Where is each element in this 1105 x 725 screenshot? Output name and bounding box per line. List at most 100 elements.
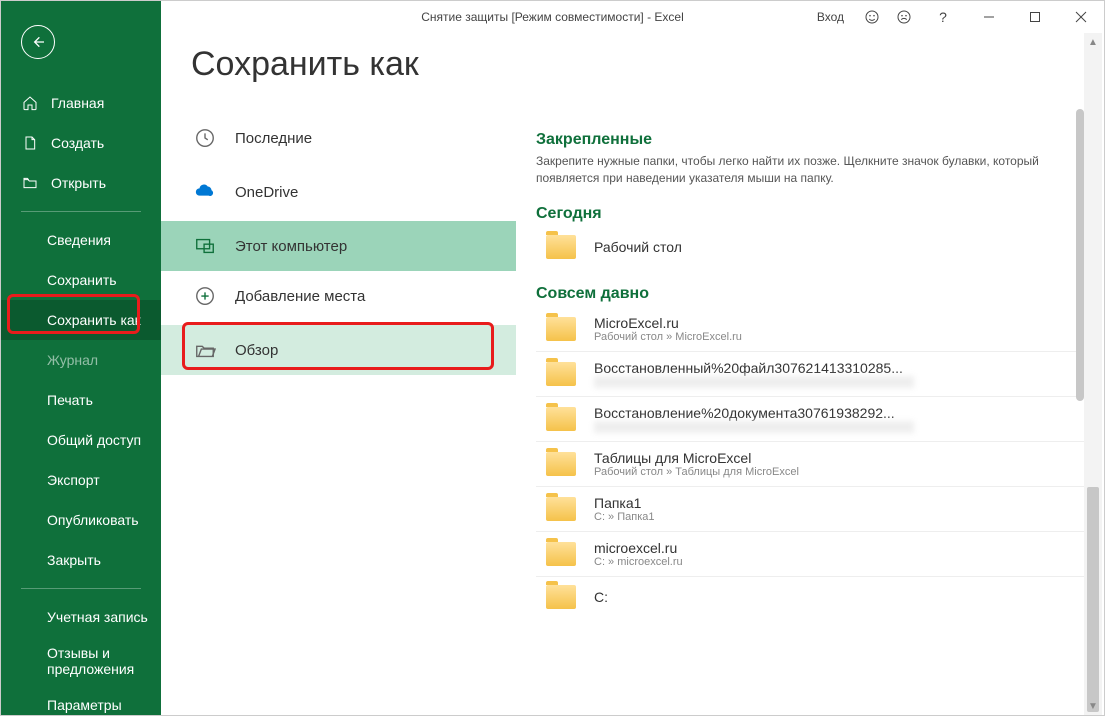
nav-label: Создать bbox=[51, 135, 104, 151]
nav-history[interactable]: Журнал bbox=[1, 340, 161, 380]
folder-name: C: bbox=[594, 589, 1084, 605]
locations-column: Последние OneDrive Этот компьютер Добавл… bbox=[161, 113, 516, 715]
folder-icon bbox=[546, 542, 576, 566]
onedrive-icon bbox=[191, 181, 219, 203]
signin-link[interactable]: Вход bbox=[817, 10, 844, 24]
maximize-button[interactable] bbox=[1012, 1, 1058, 33]
location-label: OneDrive bbox=[235, 184, 298, 201]
scroll-down-icon[interactable]: ▼ bbox=[1084, 697, 1102, 715]
clock-icon bbox=[191, 127, 219, 149]
open-icon bbox=[21, 175, 39, 191]
nav-label: Параметры bbox=[47, 697, 122, 713]
nav-label: Отзывы и предложения bbox=[47, 645, 161, 677]
location-recent[interactable]: Последние bbox=[161, 113, 516, 163]
nav-label: Главная bbox=[51, 95, 104, 111]
folder-path: C: » microexcel.ru bbox=[594, 556, 1084, 568]
nav-label: Сохранить как bbox=[47, 312, 141, 328]
group-today: Сегодня bbox=[536, 205, 1084, 223]
folder-row[interactable]: MicroExcel.ru Рабочий стол » MicroExcel.… bbox=[536, 307, 1084, 351]
folder-name: Рабочий стол bbox=[594, 239, 1084, 255]
addplace-icon bbox=[191, 285, 219, 307]
titlebar-right: Вход ? bbox=[817, 1, 1104, 33]
location-onedrive[interactable]: OneDrive bbox=[161, 167, 516, 217]
folder-row[interactable]: microexcel.ru C: » microexcel.ru bbox=[536, 531, 1084, 576]
nav-label: Экспорт bbox=[47, 472, 100, 488]
nav-share[interactable]: Общий доступ bbox=[1, 420, 161, 460]
page-title: Сохранить как bbox=[191, 45, 1104, 84]
nav-label: Закрыть bbox=[47, 552, 101, 568]
folder-name: Восстановленный%20файл307621413310285... bbox=[594, 360, 1084, 376]
nav-saveas[interactable]: Сохранить как bbox=[1, 300, 161, 340]
folders-column: Закрепленные Закрепите нужные папки, что… bbox=[516, 113, 1104, 715]
folder-path bbox=[594, 376, 914, 388]
scrollbar-thumb[interactable] bbox=[1076, 109, 1084, 401]
nav-publish[interactable]: Опубликовать bbox=[1, 500, 161, 540]
nav-label: Открыть bbox=[51, 175, 106, 191]
folder-name: MicroExcel.ru bbox=[594, 315, 1084, 331]
folder-row[interactable]: Папка1 C: » Папка1 bbox=[536, 486, 1084, 531]
nav-label: Общий доступ bbox=[47, 432, 141, 448]
folder-open-icon bbox=[191, 339, 219, 361]
folder-row[interactable]: Восстановленный%20файл307621413310285... bbox=[536, 351, 1084, 396]
minimize-button[interactable] bbox=[966, 1, 1012, 33]
nav-label: Сохранить bbox=[47, 272, 117, 288]
folder-list-older: MicroExcel.ru Рабочий стол » MicroExcel.… bbox=[536, 307, 1084, 617]
nav-label: Опубликовать bbox=[47, 512, 139, 528]
nav-info[interactable]: Сведения bbox=[1, 220, 161, 260]
group-older: Совсем давно bbox=[536, 285, 1084, 303]
location-label: Этот компьютер bbox=[235, 238, 347, 255]
folder-icon bbox=[546, 452, 576, 476]
location-thispc[interactable]: Этот компьютер bbox=[161, 221, 516, 271]
folder-icon bbox=[546, 585, 576, 609]
folder-icon bbox=[546, 235, 576, 259]
nav-feedback[interactable]: Отзывы и предложения bbox=[1, 637, 161, 685]
pinned-desc: Закрепите нужные папки, чтобы легко найт… bbox=[536, 153, 1084, 187]
window-title: Снятие защиты [Режим совместимости] - Ex… bbox=[421, 10, 684, 24]
nav-label: Учетная запись bbox=[47, 609, 148, 625]
nav-label: Печать bbox=[47, 392, 93, 408]
folder-row[interactable]: Таблицы для MicroExcel Рабочий стол » Та… bbox=[536, 441, 1084, 486]
nav-export[interactable]: Экспорт bbox=[1, 460, 161, 500]
home-icon bbox=[21, 95, 39, 111]
folder-row[interactable]: Рабочий стол bbox=[536, 227, 1084, 267]
nav-account[interactable]: Учетная запись bbox=[1, 597, 161, 637]
nav-home[interactable]: Главная bbox=[1, 83, 161, 123]
panel-scrollbar[interactable] bbox=[1076, 109, 1084, 693]
location-browse[interactable]: Обзор bbox=[161, 325, 516, 375]
nav-save[interactable]: Сохранить bbox=[1, 260, 161, 300]
location-addplace[interactable]: Добавление места bbox=[161, 271, 516, 321]
folder-name: Восстановление%20документа30761938292... bbox=[594, 405, 1084, 421]
scrollbar-thumb[interactable] bbox=[1087, 487, 1099, 712]
location-label: Обзор bbox=[235, 342, 278, 359]
folder-name: Папка1 bbox=[594, 495, 1084, 511]
folder-icon bbox=[546, 362, 576, 386]
folder-icon bbox=[546, 407, 576, 431]
folder-name: microexcel.ru bbox=[594, 540, 1084, 556]
nav-label: Журнал bbox=[47, 352, 98, 368]
folder-name: Таблицы для MicroExcel bbox=[594, 450, 1084, 466]
nav-options[interactable]: Параметры bbox=[1, 685, 161, 725]
nav-open[interactable]: Открыть bbox=[1, 163, 161, 203]
nav-new[interactable]: Создать bbox=[1, 123, 161, 163]
location-label: Последние bbox=[235, 130, 312, 147]
folder-row[interactable]: Восстановление%20документа30761938292... bbox=[536, 396, 1084, 441]
folder-path bbox=[594, 421, 914, 433]
nav-print[interactable]: Печать bbox=[1, 380, 161, 420]
pinned-title: Закрепленные bbox=[536, 131, 1084, 149]
location-label: Добавление места bbox=[235, 288, 365, 305]
folder-icon bbox=[546, 497, 576, 521]
smiley-icon[interactable] bbox=[856, 1, 888, 33]
frown-icon[interactable] bbox=[888, 1, 920, 33]
nav-close[interactable]: Закрыть bbox=[1, 540, 161, 580]
separator bbox=[21, 211, 141, 212]
new-icon bbox=[21, 135, 39, 151]
separator bbox=[21, 588, 141, 589]
folder-path: Рабочий стол » Таблицы для MicroExcel bbox=[594, 466, 1084, 478]
folder-path: Рабочий стол » MicroExcel.ru bbox=[594, 331, 1084, 343]
scroll-up-icon[interactable]: ▲ bbox=[1084, 33, 1102, 51]
close-button[interactable] bbox=[1058, 1, 1104, 33]
back-button[interactable] bbox=[21, 25, 55, 59]
window-scrollbar[interactable]: ▲ ▼ bbox=[1084, 33, 1102, 715]
help-button[interactable]: ? bbox=[920, 1, 966, 33]
folder-row[interactable]: C: bbox=[536, 576, 1084, 617]
